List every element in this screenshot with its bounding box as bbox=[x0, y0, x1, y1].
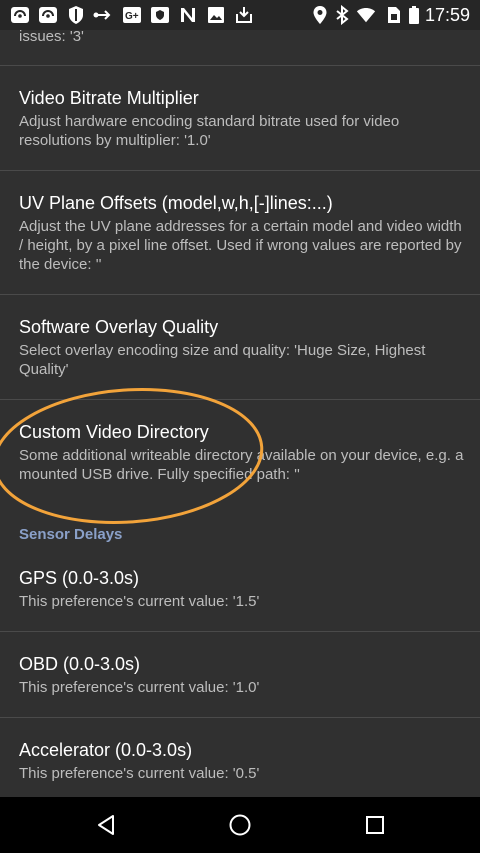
status-bar: G+ 17:59 bbox=[0, 0, 480, 30]
pref-title: Custom Video Directory bbox=[19, 422, 209, 442]
pref-video-bitrate-multiplier[interactable]: Video Bitrate Multiplier Adjust hardware… bbox=[0, 66, 480, 170]
pref-summary: This preference's current value: '0.5' bbox=[19, 765, 260, 782]
pref-summary: Adjust hardware encoding standard bitrat… bbox=[19, 113, 400, 149]
pref-title: Video Bitrate Multiplier bbox=[19, 88, 199, 108]
usb-icon bbox=[92, 5, 112, 25]
pref-accelerator-delay[interactable]: Accelerator (0.0-3.0s) This preference's… bbox=[0, 718, 480, 797]
image-icon bbox=[206, 5, 226, 25]
svg-text:G+: G+ bbox=[125, 11, 139, 22]
pref-title: GPS (0.0-3.0s) bbox=[19, 568, 140, 588]
pref-custom-video-directory[interactable]: Custom Video Directory Some additional w… bbox=[0, 400, 480, 510]
home-button[interactable] bbox=[218, 805, 262, 845]
pref-title: UV Plane Offsets (model,w,h,[-]lines:...… bbox=[19, 193, 333, 213]
app-notification-icon-2 bbox=[38, 5, 58, 25]
list-item-partial[interactable]: issues: '3' bbox=[0, 30, 480, 65]
bluetooth-icon bbox=[332, 5, 352, 25]
pref-summary: This preference's current value: '1.5' bbox=[19, 593, 260, 610]
app-notification-icon bbox=[10, 5, 30, 25]
recents-square-icon bbox=[366, 816, 384, 834]
pref-software-overlay-quality[interactable]: Software Overlay Quality Select overlay … bbox=[0, 295, 480, 399]
pref-title: OBD (0.0-3.0s) bbox=[19, 654, 141, 674]
back-button[interactable] bbox=[84, 805, 128, 845]
pref-summary: Adjust the UV plane addresses for a cert… bbox=[19, 218, 462, 273]
recents-button[interactable] bbox=[353, 805, 397, 845]
sim-card-icon bbox=[384, 5, 404, 25]
navigation-bar bbox=[0, 797, 480, 853]
google-plus-icon: G+ bbox=[122, 5, 142, 25]
download-icon bbox=[234, 5, 254, 25]
pref-title: Software Overlay Quality bbox=[19, 317, 219, 337]
pref-summary: This preference's current value: '1.0' bbox=[19, 679, 260, 696]
vpn-shield-icon bbox=[150, 5, 170, 25]
pref-title: Accelerator (0.0-3.0s) bbox=[19, 740, 193, 760]
pref-uv-plane-offsets[interactable]: UV Plane Offsets (model,w,h,[-]lines:...… bbox=[0, 171, 480, 294]
clock: 17:59 bbox=[424, 5, 470, 25]
pref-summary: Select overlay encoding size and quality… bbox=[19, 342, 426, 378]
wifi-icon bbox=[356, 5, 376, 25]
battery-icon bbox=[404, 5, 424, 25]
pref-obd-delay[interactable]: OBD (0.0-3.0s) This preference's current… bbox=[0, 632, 480, 717]
shield-icon bbox=[66, 5, 86, 25]
home-circle-icon bbox=[229, 814, 251, 836]
news-icon bbox=[178, 5, 198, 25]
pref-summary: Some additional writeable directory avai… bbox=[19, 447, 464, 483]
back-triangle-icon bbox=[98, 815, 114, 835]
pref-gps-delay[interactable]: GPS (0.0-3.0s) This preference's current… bbox=[0, 545, 480, 631]
location-icon bbox=[310, 5, 330, 25]
settings-list[interactable]: issues: '3' Video Bitrate Multiplier Adj… bbox=[0, 30, 480, 797]
summary-text: issues: '3' bbox=[19, 30, 84, 45]
category-header-sensor-delays: Sensor Delays bbox=[19, 526, 123, 543]
